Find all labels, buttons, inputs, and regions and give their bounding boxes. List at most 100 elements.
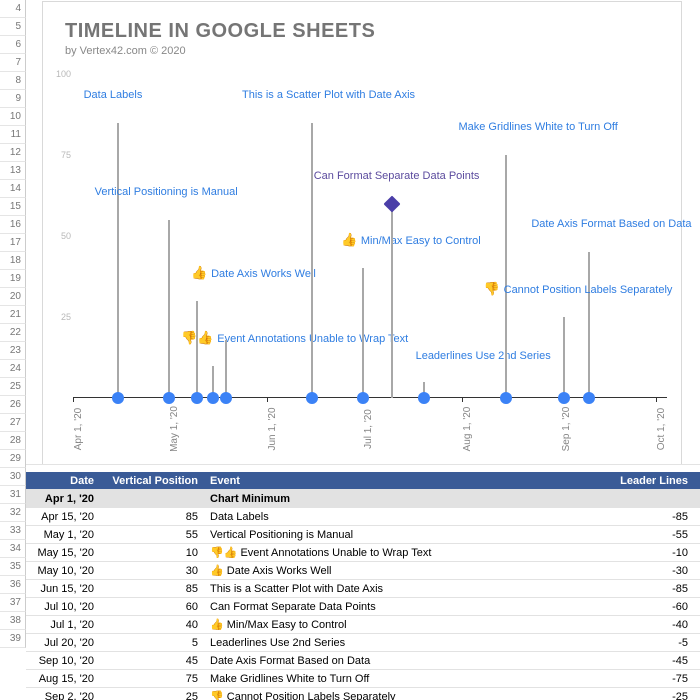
row-header[interactable]: 37 (0, 594, 26, 612)
row-header[interactable]: 31 (0, 486, 26, 504)
circle-marker-icon[interactable] (500, 392, 512, 404)
cell[interactable]: Data Labels (204, 511, 614, 523)
row-header[interactable]: 35 (0, 558, 26, 576)
cell[interactable]: -60 (614, 601, 700, 613)
chart-card[interactable]: TIMELINE IN GOOGLE SHEETS by Vertex42.co… (42, 1, 682, 465)
row-header[interactable]: 7 (0, 54, 26, 72)
cell[interactable]: This is a Scatter Plot with Date Axis (204, 583, 614, 595)
table-row[interactable]: Jul 1, '2040👍 Min/Max Easy to Control-40 (26, 616, 700, 634)
row-header[interactable]: 6 (0, 36, 26, 54)
row-header[interactable]: 36 (0, 576, 26, 594)
row-header[interactable]: 25 (0, 378, 26, 396)
cell[interactable]: -85 (614, 583, 700, 595)
table-row[interactable]: Jul 10, '2060Can Format Separate Data Po… (26, 598, 700, 616)
cell[interactable]: May 10, '20 (26, 565, 100, 577)
cell[interactable]: Sep 10, '20 (26, 655, 100, 667)
cell[interactable]: 55 (100, 529, 204, 541)
table-row[interactable]: Apr 15, '2085Data Labels-85 (26, 508, 700, 526)
cell[interactable]: Apr 1, '20 (26, 493, 100, 505)
cell[interactable]: 5 (100, 637, 204, 649)
table-row[interactable]: May 15, '2010👎👍 Event Annotations Unable… (26, 544, 700, 562)
row-header[interactable]: 18 (0, 252, 26, 270)
row-header[interactable]: 4 (0, 0, 26, 18)
cell[interactable]: 25 (100, 691, 204, 700)
cell[interactable]: 30 (100, 565, 204, 577)
row-header[interactable]: 17 (0, 234, 26, 252)
row-header[interactable]: 22 (0, 324, 26, 342)
row-header[interactable]: 9 (0, 90, 26, 108)
data-table[interactable]: Date Vertical Position Event Leader Line… (26, 472, 700, 700)
circle-marker-icon[interactable] (306, 392, 318, 404)
cell[interactable]: Date Axis Format Based on Data (204, 655, 614, 667)
row-header[interactable]: 38 (0, 612, 26, 630)
cell[interactable]: Make Gridlines White to Turn Off (204, 673, 614, 685)
cell[interactable]: -30 (614, 565, 700, 577)
cell[interactable]: 👍 Min/Max Easy to Control (204, 618, 614, 631)
cell[interactable]: Aug 15, '20 (26, 673, 100, 685)
circle-marker-icon[interactable] (207, 392, 219, 404)
row-header[interactable]: 32 (0, 504, 26, 522)
cell[interactable]: 45 (100, 655, 204, 667)
row-header[interactable]: 15 (0, 198, 26, 216)
circle-marker-icon[interactable] (558, 392, 570, 404)
table-row[interactable]: Sep 10, '2045Date Axis Format Based on D… (26, 652, 700, 670)
cell[interactable]: Sep 2, '20 (26, 691, 100, 700)
row-header[interactable]: 16 (0, 216, 26, 234)
cell[interactable]: -75 (614, 673, 700, 685)
row-header[interactable]: 20 (0, 288, 26, 306)
row-header[interactable]: 14 (0, 180, 26, 198)
row-header[interactable]: 24 (0, 360, 26, 378)
cell[interactable]: Jul 10, '20 (26, 601, 100, 613)
row-header[interactable]: 29 (0, 450, 26, 468)
cell[interactable]: 85 (100, 511, 204, 523)
row-header[interactable]: 8 (0, 72, 26, 90)
cell[interactable]: 👎 Cannot Position Labels Separately (204, 690, 614, 700)
row-header[interactable]: 23 (0, 342, 26, 360)
row-header[interactable]: 19 (0, 270, 26, 288)
row-header[interactable]: 26 (0, 396, 26, 414)
cell[interactable]: Jul 1, '20 (26, 619, 100, 631)
table-row[interactable]: May 10, '2030👍 Date Axis Works Well-30 (26, 562, 700, 580)
table-row[interactable]: Aug 15, '2075Make Gridlines White to Tur… (26, 670, 700, 688)
row-header[interactable]: 39 (0, 630, 26, 648)
row-header[interactable]: 27 (0, 414, 26, 432)
row-header[interactable]: 30 (0, 468, 26, 486)
cell[interactable]: Apr 15, '20 (26, 511, 100, 523)
cell[interactable]: 👎👍 Event Annotations Unable to Wrap Text (204, 546, 614, 559)
row-header[interactable]: 12 (0, 144, 26, 162)
cell[interactable]: 10 (100, 547, 204, 559)
cell[interactable]: 40 (100, 619, 204, 631)
circle-marker-icon[interactable] (220, 392, 232, 404)
cell[interactable]: -45 (614, 655, 700, 667)
row-header[interactable]: 33 (0, 522, 26, 540)
row-header[interactable]: 34 (0, 540, 26, 558)
row-header[interactable]: 13 (0, 162, 26, 180)
table-row[interactable]: Sep 2, '2025👎 Cannot Position Labels Sep… (26, 688, 700, 700)
cell[interactable]: -55 (614, 529, 700, 541)
row-header[interactable]: 21 (0, 306, 26, 324)
cell[interactable]: May 15, '20 (26, 547, 100, 559)
row-header[interactable]: 11 (0, 126, 26, 144)
cell[interactable]: Jul 20, '20 (26, 637, 100, 649)
cell[interactable]: 👍 Date Axis Works Well (204, 564, 614, 577)
cell[interactable]: May 1, '20 (26, 529, 100, 541)
circle-marker-icon[interactable] (191, 392, 203, 404)
cell[interactable]: 85 (100, 583, 204, 595)
cell[interactable]: Can Format Separate Data Points (204, 601, 614, 613)
row-header[interactable]: 5 (0, 18, 26, 36)
cell[interactable]: 60 (100, 601, 204, 613)
cell[interactable]: -10 (614, 547, 700, 559)
cell[interactable]: Leaderlines Use 2nd Series (204, 637, 614, 649)
cell[interactable]: -40 (614, 619, 700, 631)
cell[interactable]: Jun 15, '20 (26, 583, 100, 595)
table-row[interactable]: Apr 1, '20 Chart Minimum (26, 490, 700, 508)
row-header[interactable]: 28 (0, 432, 26, 450)
circle-marker-icon[interactable] (163, 392, 175, 404)
table-row[interactable]: Jun 15, '2085This is a Scatter Plot with… (26, 580, 700, 598)
table-row[interactable]: May 1, '2055Vertical Positioning is Manu… (26, 526, 700, 544)
circle-marker-icon[interactable] (357, 392, 369, 404)
row-header[interactable]: 10 (0, 108, 26, 126)
cell[interactable]: -85 (614, 511, 700, 523)
cell[interactable]: Chart Minimum (204, 493, 614, 505)
diamond-marker-icon[interactable] (383, 195, 400, 212)
